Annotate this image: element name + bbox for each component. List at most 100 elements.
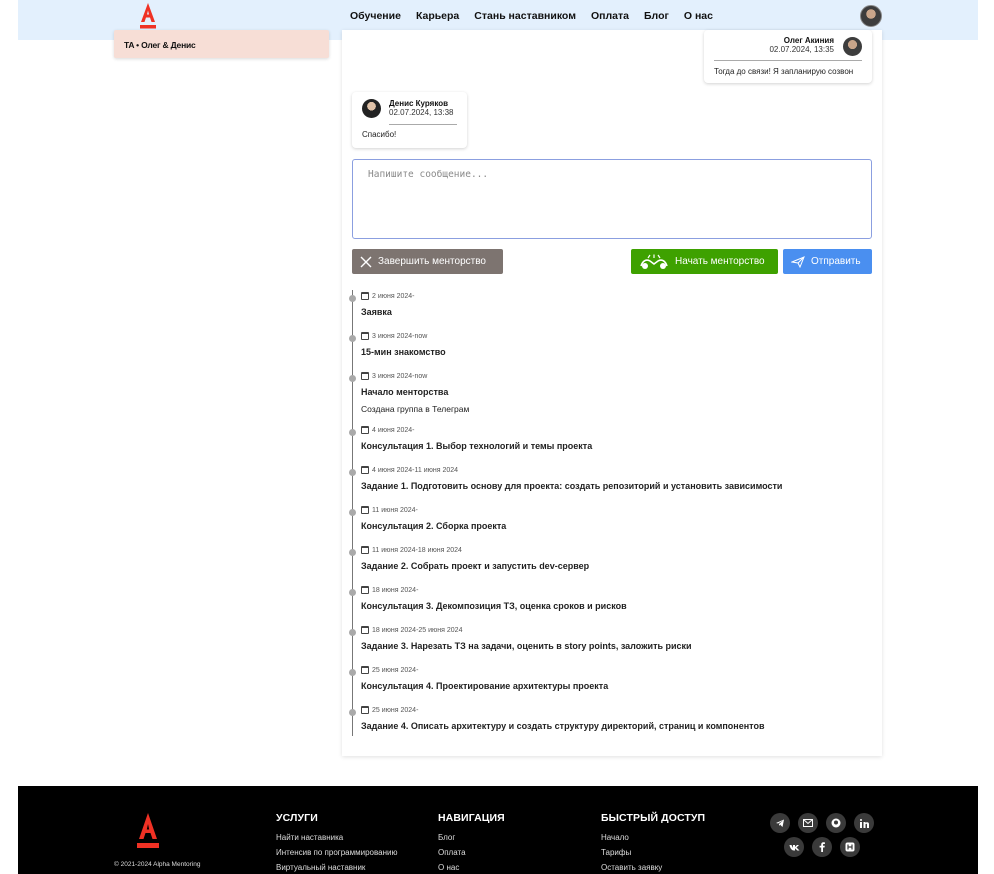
timeline-dot: [349, 429, 356, 436]
message-author: Денис Куряков: [389, 99, 449, 108]
divider: [389, 124, 457, 125]
timeline-dot: [349, 375, 356, 382]
alpha-logo[interactable]: [138, 2, 158, 30]
timeline-description: Создана группа в Телеграм: [361, 404, 470, 414]
alpha-logo[interactable]: [135, 812, 161, 850]
timeline-dot: [349, 295, 356, 302]
message-author: Олег Акиния: [783, 36, 834, 45]
finish-mentoring-label: Завершить менторство: [378, 256, 486, 267]
timeline-date: 2 июня 2024-: [372, 292, 415, 300]
nav-item-learning[interactable]: Обучение: [350, 10, 401, 22]
timeline-title: Задание 3. Нарезать ТЗ на задачи, оценит…: [361, 641, 692, 651]
footer-link[interactable]: Начало: [601, 833, 705, 848]
timeline-date: 3 июня 2024-now: [372, 332, 428, 340]
telegram-icon[interactable]: [770, 813, 790, 833]
timeline-title: Задание 4. Описать архитектуру и создать…: [361, 721, 765, 731]
mentoring-timeline: 2 июня 2024- Заявка 3 июня 2024-now 15-м…: [349, 290, 872, 736]
chat-panel: Олег Акиния 02.07.2024, 13:35 Тогда до с…: [342, 30, 882, 756]
timeline-date: 4 июня 2024-: [372, 426, 415, 434]
message-text: Спасибо!: [362, 130, 397, 139]
timeline-date: 25 июня 2024-: [372, 706, 419, 714]
footer-column-navigation: НАВИГАЦИЯ Блог Оплата О нас: [438, 812, 505, 874]
divider: [714, 60, 862, 61]
calendar-icon: [361, 586, 369, 594]
footer-link[interactable]: Виртуальный наставник: [276, 863, 397, 874]
main-nav: Обучение Карьера Стань наставником Оплат…: [350, 10, 713, 22]
timeline-date: 11 июня 2024-18 июня 2024: [372, 546, 462, 554]
nav-item-become-mentor[interactable]: Стань наставником: [474, 10, 576, 22]
message-input[interactable]: [352, 159, 872, 239]
timeline-date: 25 июня 2024-: [372, 666, 419, 674]
timeline-title: 15-мин знакомство: [361, 347, 446, 357]
footer-column-services: УСЛУГИ Найти наставника Интенсив по прог…: [276, 812, 397, 874]
message-time: 02.07.2024, 13:35: [769, 45, 834, 54]
nav-item-about[interactable]: О нас: [684, 10, 713, 22]
timeline-title: Консультация 4. Проектирование архитекту…: [361, 681, 609, 691]
start-mentoring-button[interactable]: Начать менторство: [631, 249, 778, 274]
footer-link[interactable]: Тарифы: [601, 848, 705, 863]
timeline-dot: [349, 669, 356, 676]
timeline-date: 3 июня 2024-now: [372, 372, 428, 380]
timeline-date: 4 июня 2024-11 июня 2024: [372, 466, 459, 474]
timeline-date: 18 июня 2024-25 июня 2024: [372, 626, 463, 634]
linkedin-icon[interactable]: [854, 813, 874, 833]
footer-column-title: НАВИГАЦИЯ: [438, 812, 505, 824]
footer-link[interactable]: Найти наставника: [276, 833, 397, 848]
chat-message: Олег Акиния 02.07.2024, 13:35 Тогда до с…: [704, 30, 872, 83]
vk-icon[interactable]: [784, 837, 804, 857]
handshake-icon: [640, 254, 668, 269]
send-label: Отправить: [811, 256, 861, 267]
close-icon: [360, 256, 372, 267]
facebook-icon[interactable]: [812, 837, 832, 857]
timeline-dot: [349, 629, 356, 636]
footer-column-title: УСЛУГИ: [276, 812, 318, 824]
timeline-title: Консультация 2. Сборка проекта: [361, 521, 507, 531]
message-time: 02.07.2024, 13:38: [389, 108, 454, 117]
chat-group-card[interactable]: TA • Олег & Денис: [114, 30, 329, 58]
timeline-date: 18 июня 2024-: [372, 586, 419, 594]
timeline-dot: [349, 509, 356, 516]
chat-message: Денис Куряков 02.07.2024, 13:38 Спасибо!: [352, 92, 467, 148]
timeline-title: Задание 2. Собрать проект и запустить de…: [361, 561, 590, 571]
footer-link[interactable]: Оплата: [438, 848, 505, 863]
timeline-dot: [349, 335, 356, 342]
start-mentoring-label: Начать менторство: [675, 256, 765, 267]
nav-item-blog[interactable]: Блог: [644, 10, 669, 22]
timeline-date: 11 июня 2024-: [372, 506, 418, 514]
calendar-icon: [361, 372, 369, 380]
nav-item-payment[interactable]: Оплата: [591, 10, 629, 22]
calendar-icon: [361, 546, 369, 554]
calendar-icon: [361, 706, 369, 714]
copyright: © 2021-2024 Alpha Mentoring: [114, 861, 201, 868]
send-button[interactable]: Отправить: [783, 249, 872, 274]
github-icon[interactable]: [826, 813, 846, 833]
calendar-icon: [361, 626, 369, 634]
paper-plane-icon: [791, 255, 805, 268]
calendar-icon: [361, 666, 369, 674]
footer-link[interactable]: О нас: [438, 863, 505, 874]
finish-mentoring-button[interactable]: Завершить менторство: [352, 249, 503, 274]
timeline-dot: [349, 469, 356, 476]
avatar: [843, 37, 862, 56]
timeline-dot: [349, 589, 356, 596]
timeline-dot: [349, 549, 356, 556]
timeline-title: Задание 1. Подготовить основу для проект…: [361, 481, 783, 491]
mail-icon[interactable]: [798, 813, 818, 833]
habr-icon[interactable]: [840, 837, 860, 857]
footer-link[interactable]: Интенсив по программированию: [276, 848, 397, 863]
timeline-title: Консультация 3. Декомпозиция ТЗ, оценка …: [361, 601, 627, 611]
timeline-title: Консультация 1. Выбор технологий и темы …: [361, 441, 593, 451]
calendar-icon: [361, 466, 369, 474]
footer-link[interactable]: Оставить заявку: [601, 863, 705, 874]
calendar-icon: [361, 506, 369, 514]
footer-link[interactable]: Блог: [438, 833, 505, 848]
calendar-icon: [361, 292, 369, 300]
footer-column-title: БЫСТРЫЙ ДОСТУП: [601, 812, 706, 824]
chat-group-title: TA • Олег & Денис: [124, 40, 196, 50]
avatar: [362, 99, 381, 118]
nav-item-career[interactable]: Карьера: [416, 10, 459, 22]
calendar-icon: [361, 332, 369, 340]
user-avatar[interactable]: [860, 5, 882, 27]
timeline-title: Заявка: [361, 307, 392, 317]
message-text: Тогда до связи! Я запланирую созвон: [714, 67, 854, 76]
